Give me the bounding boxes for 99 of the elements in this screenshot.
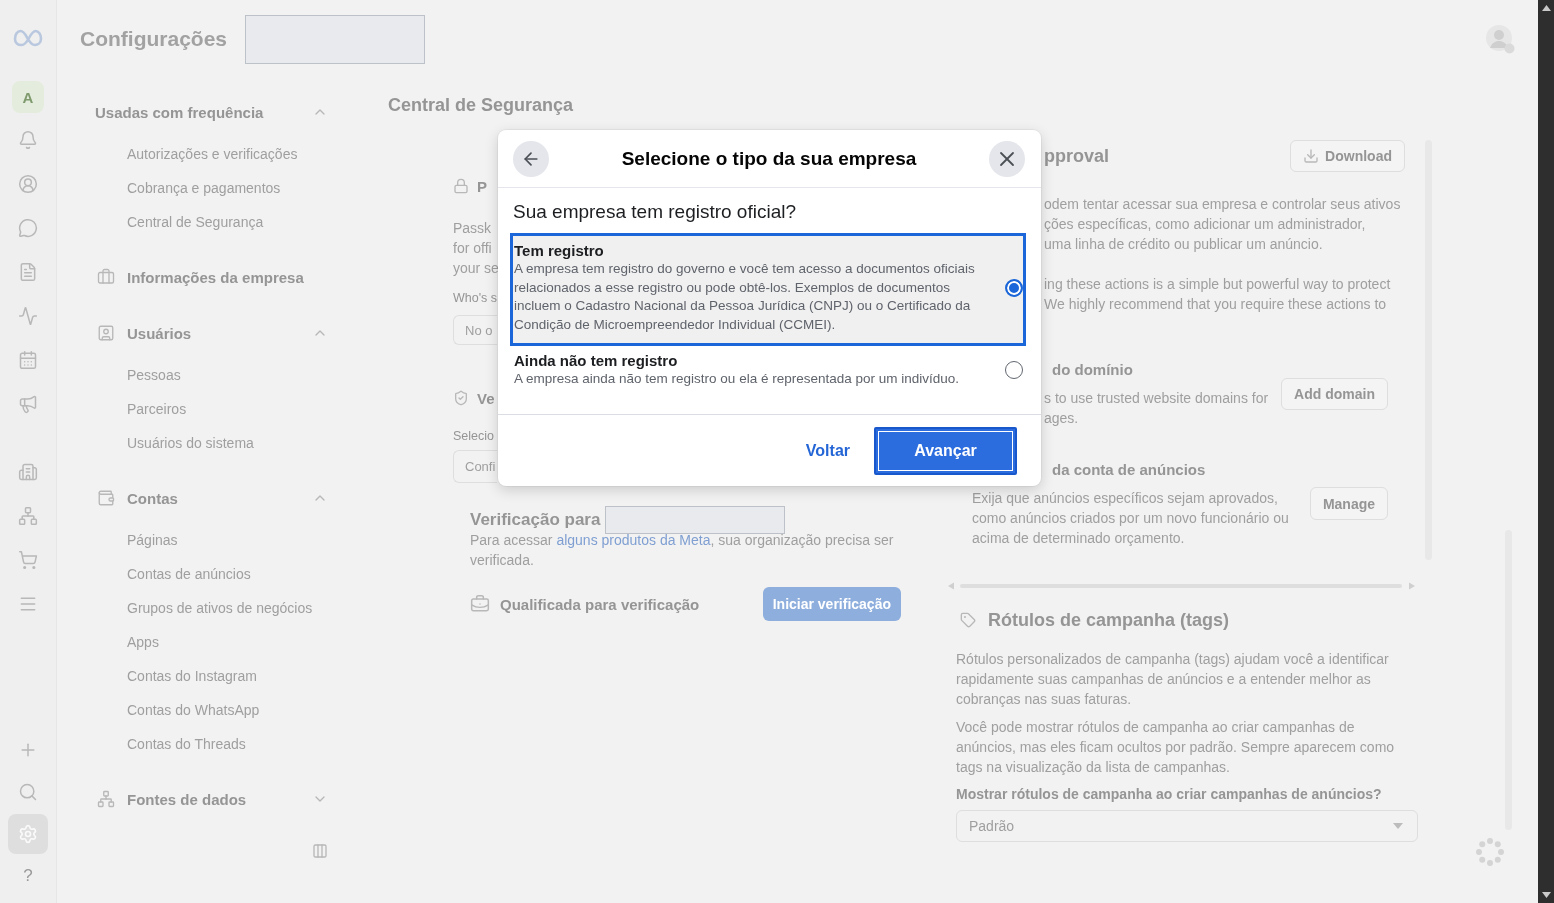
section-title: Central de Segurança: [388, 95, 574, 115]
nav-link[interactable]: Pessoas: [127, 358, 181, 392]
bell-icon[interactable]: [18, 130, 38, 150]
option-title: Ainda não tem registro: [514, 351, 678, 370]
nav-link[interactable]: Parceiros: [127, 392, 187, 426]
card-title: pproval: [1044, 145, 1109, 167]
option-description: A empresa tem registro do governo e você tem acesso a documentos oficiais relacionados a esse registro ou pode obtê-los. Exemplos de documentos incluem o Cadastro Nacional da Pessoa Jurídica (CNPJ) ou o Certificado da Condição de Microempreendedor Individual (CCMEI).: [514, 260, 976, 335]
verification-title: Verificação para: [470, 510, 601, 530]
cart-icon[interactable]: [18, 550, 38, 570]
dotted-ring-icon[interactable]: [1475, 837, 1505, 867]
section-title: Rótulos de campanha (tags): [988, 609, 1230, 631]
account-avatar[interactable]: A: [12, 81, 44, 113]
field-label: Who's s: [453, 290, 498, 307]
setting-title: do domínio: [1052, 360, 1133, 380]
nav-link[interactable]: Central de Segurança: [127, 205, 264, 239]
nav-link[interactable]: Contas do Threads: [127, 727, 246, 761]
settings-icon: [18, 824, 38, 844]
nav-link[interactable]: Contas do Instagram: [127, 659, 257, 693]
section-header[interactable]: Usadas com frequência: [95, 94, 328, 130]
radio-option[interactable]: [513, 236, 1023, 343]
chat-bubble-icon[interactable]: [18, 218, 38, 238]
tag-icon: [960, 612, 976, 628]
description-text: ções específicas, como adicionar um administrador,: [1044, 215, 1366, 234]
user-circle-icon[interactable]: [18, 174, 38, 194]
network-icon: [97, 790, 115, 808]
description-text: ing these actions is a simple but powerful way to protect: [1044, 275, 1391, 294]
download-button[interactable]: Download: [1290, 140, 1405, 172]
scroll-up-icon[interactable]: [1541, 5, 1551, 11]
document-icon[interactable]: [18, 262, 38, 282]
field-label: Selecio: [453, 428, 494, 445]
help-button[interactable]: ?: [23, 866, 33, 886]
description-text: Para acessar alguns produtos da Meta, sua organização precisa ser verificada.: [470, 531, 895, 570]
select-field[interactable]: Confi: [453, 450, 497, 483]
section-header[interactable]: Fontes de dados: [95, 781, 328, 817]
option-title: Tem registro: [514, 242, 604, 260]
next-button[interactable]: Avançar: [874, 426, 1017, 475]
dialog-title: Selecione o tipo da sua empresa: [621, 147, 917, 170]
shield-icon: [453, 390, 469, 406]
select-field[interactable]: No o: [453, 315, 497, 345]
card-title: P: [477, 177, 487, 195]
setting-title: da conta de anúncios: [1052, 460, 1206, 480]
columns-icon[interactable]: [312, 843, 328, 859]
scroll-down-icon[interactable]: [1541, 892, 1551, 898]
description-text: odem tentar acessar sua empresa e controlar seus ativos: [1044, 195, 1401, 214]
avatar-icon[interactable]: [1485, 24, 1515, 54]
description-text: Rótulos personalizados de campanha (tags) ajudam você a identificar rapidamente suas campanhas de anúncios e a entender melhor as cobranças nas suas faturas.: [956, 650, 1390, 709]
wallet-icon: [97, 489, 115, 507]
description-text: for offi: [453, 239, 492, 258]
description-text: We highly recommend that you require these actions to: [1044, 295, 1387, 314]
description-text: s to use trusted website domains for: [1044, 389, 1269, 408]
nav-link[interactable]: Cobrança e pagamentos: [127, 171, 281, 205]
nav-button[interactable]: [8, 814, 48, 854]
nav-link[interactable]: Contas do WhatsApp: [127, 693, 260, 727]
infinity-logo[interactable]: [13, 28, 43, 48]
nav-link[interactable]: Páginas: [127, 523, 178, 557]
window-scrollbar[interactable]: [1538, 0, 1554, 903]
dropdown-field[interactable]: Padrão: [956, 810, 1418, 842]
description-text: uma linha de crédito ou publicar um anúncio.: [1044, 235, 1323, 254]
description-text: ages.: [1044, 409, 1079, 428]
section-header[interactable]: Usuários: [95, 315, 328, 351]
section-header[interactable]: Contas: [95, 480, 328, 516]
calendar-icon[interactable]: [18, 350, 38, 370]
lock-icon: [453, 178, 469, 194]
question-text: Sua empresa tem registro oficial?: [513, 200, 796, 224]
radio-button[interactable]: [1005, 361, 1023, 380]
close-button[interactable]: [989, 140, 1025, 177]
building-icon[interactable]: [18, 462, 38, 482]
start-verification-button[interactable]: Iniciar verificação: [762, 587, 901, 621]
nav-link[interactable]: Grupos de ativos de negócios: [127, 591, 313, 625]
option-description: A empresa ainda não tem registro ou ela é representada por um indivíduo.: [514, 369, 961, 388]
setting-button[interactable]: Manage: [1309, 487, 1388, 520]
pulse-icon[interactable]: [18, 306, 38, 326]
briefcase-icon: [97, 268, 115, 286]
radio-button[interactable]: [1005, 279, 1023, 298]
contact-card-icon: [97, 324, 115, 342]
horizontal-scrollbar[interactable]: [948, 582, 1415, 590]
search-icon[interactable]: [18, 782, 38, 802]
back-button[interactable]: [513, 140, 549, 177]
description-text: Exija que anúncios específicos sejam aprovados, como anúncios criados por um novo funcionário ou acima de determinado orçamento.: [972, 489, 1290, 548]
section-header[interactable]: Informações da empresa: [95, 259, 328, 295]
back-text-button[interactable]: Voltar: [805, 440, 850, 461]
settings-title: Configurações: [80, 26, 228, 52]
nav-link[interactable]: Apps: [127, 625, 159, 659]
setting-button[interactable]: Add domain: [1281, 378, 1388, 410]
briefcase-icon: [470, 594, 490, 614]
description-text: Você pode mostrar rótulos de campanha ao criar campanhas de anúncios, mas eles ficam ocultos por padrão. Sempre aparecem como tags na visualização da lista de campanhas.: [956, 718, 1396, 777]
nav-link[interactable]: Autorizações e verificações: [127, 137, 298, 171]
description-text: Passk: [453, 219, 492, 238]
download-icon: [1303, 148, 1320, 164]
nav-link[interactable]: Usuários do sistema: [127, 426, 254, 460]
network-icon[interactable]: [18, 506, 38, 526]
menu-icon[interactable]: [18, 594, 38, 614]
card-title: Ve: [477, 389, 495, 407]
megaphone-icon[interactable]: [18, 394, 38, 414]
caret-icon: [1393, 823, 1403, 829]
nav-link[interactable]: Contas de anúncios: [127, 557, 251, 591]
status-text: Qualificada para verificação: [500, 595, 700, 613]
description-text: your se: [453, 259, 499, 278]
question-label: Mostrar rótulos de campanha ao criar campanhas de anúncios?: [956, 785, 1382, 804]
